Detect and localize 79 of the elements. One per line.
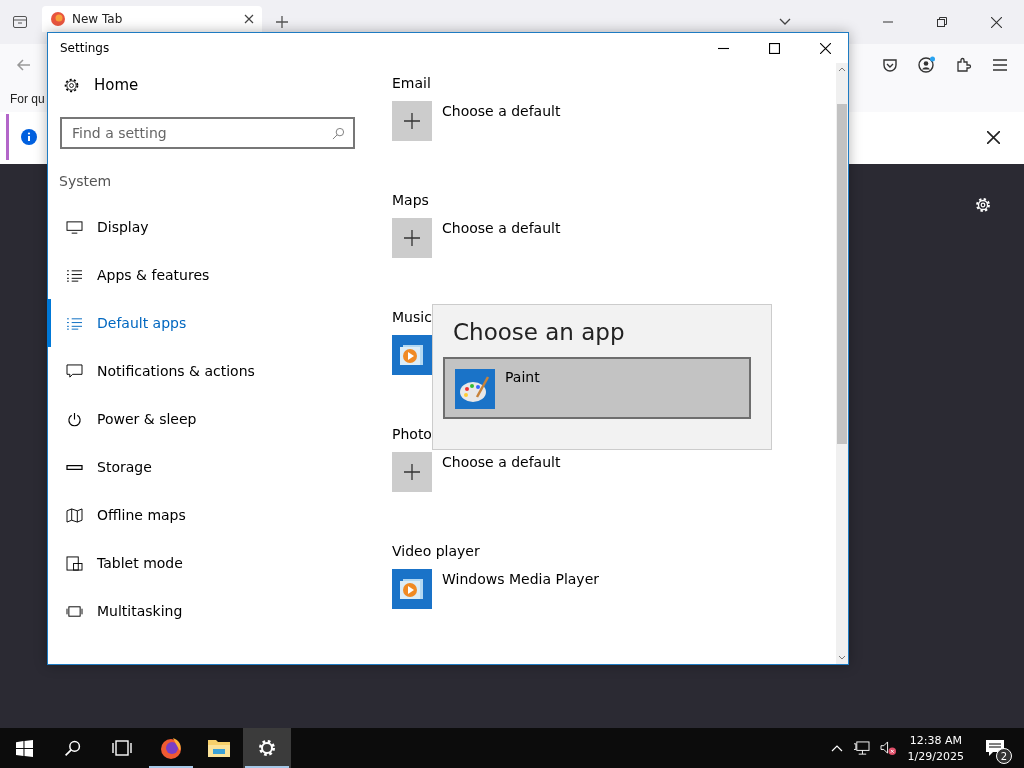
settings-icon (63, 76, 80, 94)
window-icon (66, 603, 83, 619)
time-text: 12:38 AM (909, 733, 962, 747)
media-player-icon (392, 335, 432, 375)
nav-item[interactable]: Offline maps (47, 491, 368, 539)
media-player-icon (392, 569, 432, 609)
scroll-up-icon[interactable] (838, 67, 846, 72)
nav-item[interactable]: Default apps (47, 299, 368, 347)
map-icon (66, 507, 83, 523)
message-icon (66, 363, 83, 379)
settings-icon (257, 738, 277, 758)
clock[interactable]: 12:38 AM 1/29/2025 (907, 733, 964, 763)
category-heading: Video player (392, 543, 481, 559)
category-heading: Music (392, 309, 433, 325)
notification-count: 2 (996, 748, 1012, 764)
settings-icon[interactable] (974, 196, 992, 214)
nav-item[interactable]: Power & sleep (47, 395, 368, 443)
nav-item[interactable]: Storage (47, 443, 368, 491)
search-field[interactable]: Find a setting (60, 117, 355, 149)
back-arrow-icon[interactable] (16, 57, 32, 73)
chevron-up-icon[interactable] (830, 744, 843, 752)
nav-item[interactable]: Display (47, 203, 368, 251)
browser-tab[interactable]: New Tab (42, 6, 262, 32)
default-app-button[interactable]: Choose a default (392, 101, 561, 141)
palette-icon (455, 369, 495, 409)
category-heading: Email (392, 75, 432, 91)
list-icon (66, 267, 83, 283)
popup-title: Choose an app (452, 318, 626, 347)
firefox-icon (159, 736, 183, 760)
window-title: Settings (60, 41, 110, 55)
section-heading: System (58, 172, 113, 191)
windows-start-icon[interactable] (16, 739, 33, 757)
chevron-down-icon[interactable] (779, 18, 791, 26)
tab-title: New Tab (72, 12, 124, 26)
pocket-icon[interactable] (882, 57, 898, 73)
firefox-icon (50, 11, 66, 27)
category-heading: Maps (392, 192, 430, 208)
account-icon[interactable] (918, 56, 936, 74)
default-app-button[interactable]: Windows Media Player (392, 569, 599, 609)
date-text: 1/29/2025 (907, 749, 964, 763)
default-app-button[interactable]: Choose a default (392, 218, 561, 258)
monitor-icon (66, 219, 83, 235)
close-icon[interactable] (991, 16, 1002, 28)
category-heading: Photo (392, 426, 433, 442)
nav-item[interactable]: Notifications & actions (47, 347, 368, 395)
close-icon[interactable] (244, 14, 254, 24)
menu-icon[interactable] (992, 58, 1008, 72)
home-nav-item[interactable]: Home (48, 67, 368, 103)
app-option[interactable]: Paint (443, 357, 751, 419)
list-icon (66, 315, 83, 331)
taskbar-button[interactable] (243, 728, 291, 768)
maximize-icon[interactable] (769, 42, 780, 54)
scrollbar[interactable] (836, 63, 848, 664)
muted-speaker-icon[interactable] (879, 740, 897, 756)
power-icon (66, 411, 83, 427)
restore-icon[interactable] (937, 17, 947, 27)
nav-item[interactable]: Apps & features (47, 251, 368, 299)
search-icon[interactable] (64, 739, 81, 757)
tab-list-icon[interactable] (12, 14, 28, 30)
close-icon[interactable] (987, 130, 1000, 144)
nav-item[interactable]: Multitasking (47, 587, 368, 635)
search-icon (332, 127, 345, 140)
default-app-button[interactable]: Choose a default (392, 452, 561, 492)
tablet-icon (66, 555, 83, 571)
new-tab-icon[interactable] (276, 16, 288, 28)
folder-icon (207, 738, 231, 758)
task-view-icon[interactable] (112, 740, 132, 756)
plus-icon (392, 452, 432, 492)
action-center-button[interactable]: 2 (978, 731, 1012, 765)
bookmarks-text: For qu (10, 92, 45, 106)
close-icon[interactable] (820, 42, 831, 54)
nav-item[interactable]: Tablet mode (47, 539, 368, 587)
plus-icon (392, 218, 432, 258)
default-app-button[interactable] (392, 335, 432, 375)
network-icon[interactable] (852, 740, 870, 756)
plus-icon (392, 101, 432, 141)
scroll-down-icon[interactable] (838, 655, 846, 660)
puzzle-icon[interactable] (956, 57, 972, 73)
info-icon (21, 129, 37, 145)
